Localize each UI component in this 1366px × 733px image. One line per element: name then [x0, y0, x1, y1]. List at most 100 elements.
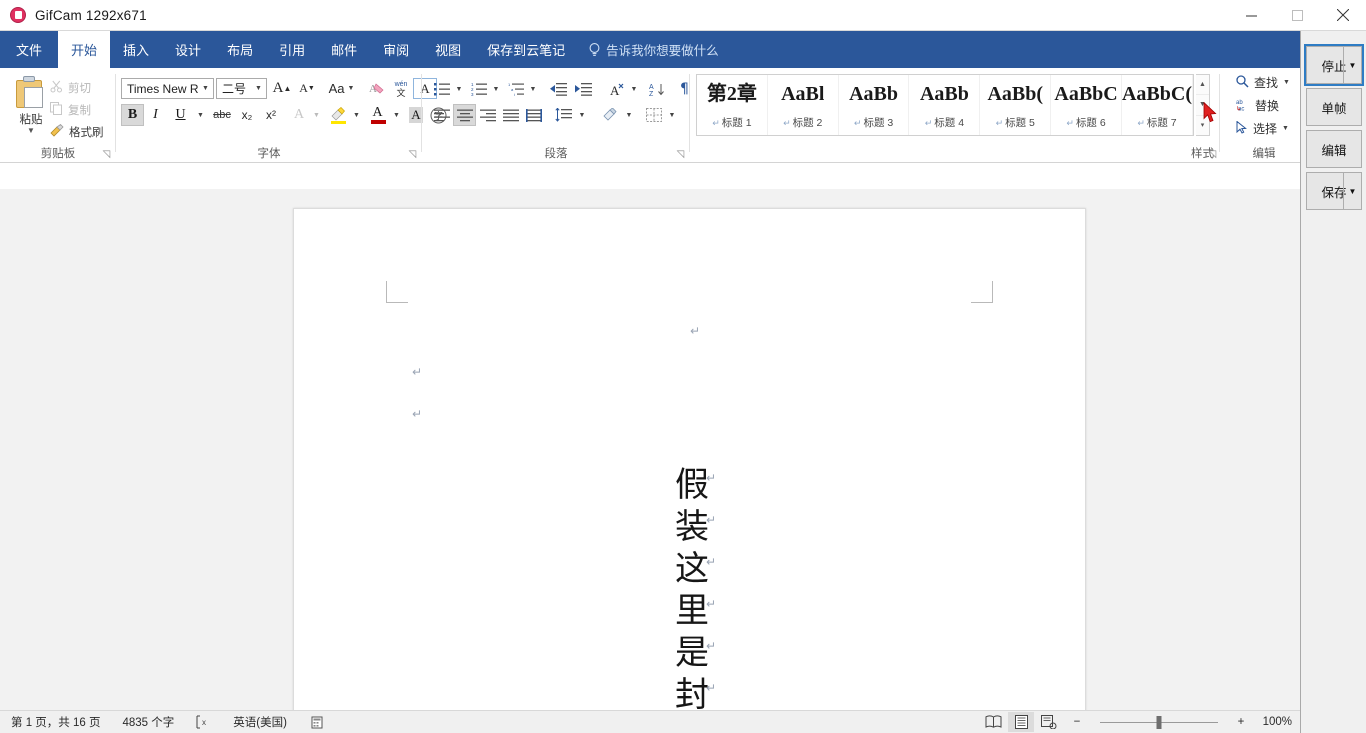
- bullet-list-button[interactable]: [430, 78, 453, 100]
- gifcam-stop-button[interactable]: 停止 ▼: [1304, 44, 1364, 86]
- paste-button[interactable]: 粘贴 ▼: [6, 74, 56, 136]
- underline-dropdown[interactable]: ▼: [194, 104, 207, 126]
- tab-file[interactable]: 文件: [0, 31, 58, 68]
- tab-layout[interactable]: 布局: [214, 31, 266, 68]
- clipboard-dialog-launcher[interactable]: ◹: [101, 149, 112, 160]
- zoom-level-label[interactable]: 100%: [1256, 716, 1292, 728]
- font-color-dropdown[interactable]: ▼: [390, 104, 403, 126]
- tab-design[interactable]: 设计: [162, 31, 214, 68]
- justify-button[interactable]: [499, 104, 522, 126]
- more-styles-icon[interactable]: ▾: [1196, 116, 1209, 135]
- font-dialog-launcher[interactable]: ◹: [407, 149, 418, 160]
- underline-button[interactable]: U: [167, 104, 194, 126]
- cut-button[interactable]: 剪切: [50, 80, 91, 96]
- grow-font-button[interactable]: A ▲: [271, 78, 293, 99]
- style-item-heading7[interactable]: AaBbC( ↵ 标题 7: [1122, 75, 1193, 135]
- clear-formatting-button[interactable]: A: [365, 78, 389, 99]
- highlight-color-button[interactable]: [326, 104, 350, 126]
- sort-button[interactable]: A Z: [645, 78, 670, 100]
- close-icon[interactable]: [1320, 0, 1366, 31]
- chevron-down-icon[interactable]: ▼: [1196, 95, 1209, 116]
- zoom-thumb[interactable]: [1156, 716, 1162, 729]
- numbered-list-dropdown[interactable]: ▼: [490, 78, 502, 100]
- bold-button[interactable]: B: [121, 104, 144, 126]
- chevron-down-icon[interactable]: ▼: [1343, 47, 1361, 83]
- tab-references[interactable]: 引用: [266, 31, 318, 68]
- tab-save-to-cloud-note[interactable]: 保存到云笔记: [474, 31, 578, 68]
- format-painter-button[interactable]: 格式刷: [50, 123, 104, 140]
- spellcheck-icon[interactable]: x: [185, 715, 222, 729]
- strikethrough-button[interactable]: abc: [209, 104, 235, 126]
- shading-dropdown[interactable]: ▼: [623, 104, 635, 126]
- zoom-in-button[interactable]: +: [1228, 712, 1254, 732]
- gifcam-edit-button[interactable]: 编辑: [1306, 130, 1362, 168]
- page-number-status[interactable]: 第 1 页，共 16 页: [0, 714, 111, 730]
- font-name-combo[interactable]: Times New R ▼: [121, 78, 214, 99]
- italic-button[interactable]: I: [144, 104, 167, 126]
- text-effects-dropdown[interactable]: ▼: [310, 104, 323, 126]
- asian-layout-dropdown[interactable]: ▼: [628, 78, 640, 100]
- styles-gallery-scroll[interactable]: ▲ ▼ ▾: [1196, 74, 1210, 136]
- styles-gallery[interactable]: 第2章 ↵ 标题 1 AaBl ↵ 标题 2 AaBb ↵ 标题 3 AaBb ↵ 标题…: [696, 74, 1194, 136]
- font-size-combo[interactable]: 二号 ▼: [216, 78, 267, 99]
- select-button[interactable]: 选择 ▼: [1236, 119, 1289, 137]
- document-page[interactable]: ↵ ↵ ↵ 假 ↵ 装 ↵ 这 ↵ 里 ↵ 是 ↵ 封 ↵: [293, 208, 1086, 710]
- tab-insert[interactable]: 插入: [110, 31, 162, 68]
- style-item-heading5[interactable]: AaBb( ↵ 标题 5: [980, 75, 1052, 135]
- styles-dialog-launcher[interactable]: ◹: [1207, 149, 1218, 160]
- increase-indent-button[interactable]: [571, 78, 596, 100]
- macro-record-icon[interactable]: [298, 716, 334, 729]
- language-status[interactable]: 英语(美国): [222, 714, 298, 730]
- change-case-button[interactable]: Aa ▼: [324, 78, 359, 99]
- style-item-heading1[interactable]: 第2章 ↵ 标题 1: [697, 75, 768, 135]
- replace-button[interactable]: ab ac ↳ 替换: [1236, 97, 1279, 114]
- phonetic-guide-button[interactable]: wén 文: [389, 78, 413, 99]
- find-button[interactable]: 查找 ▼: [1236, 74, 1290, 91]
- decrease-indent-button[interactable]: [546, 78, 571, 100]
- maximize-icon[interactable]: [1274, 0, 1320, 31]
- text-effects-button[interactable]: A: [288, 104, 310, 126]
- style-item-heading4[interactable]: AaBb ↵ 标题 4: [909, 75, 981, 135]
- zoom-out-button[interactable]: −: [1064, 712, 1090, 732]
- multilevel-list-dropdown[interactable]: ▼: [527, 78, 539, 100]
- shrink-font-button[interactable]: A ▼: [296, 78, 318, 99]
- copy-button[interactable]: 复制: [50, 102, 91, 118]
- style-item-heading3[interactable]: AaBb ↵ 标题 3: [839, 75, 910, 135]
- tab-review[interactable]: 审阅: [370, 31, 422, 68]
- align-center-button[interactable]: [453, 104, 476, 126]
- chevron-down-icon[interactable]: ▼: [198, 85, 213, 92]
- chevron-up-icon[interactable]: ▲: [1196, 75, 1209, 96]
- view-read-mode-button[interactable]: [980, 712, 1006, 732]
- tab-view[interactable]: 视图: [422, 31, 474, 68]
- gifcam-save-button[interactable]: 保存 ▼: [1306, 172, 1362, 210]
- chevron-down-icon[interactable]: ▼: [251, 85, 266, 92]
- align-left-button[interactable]: [430, 104, 453, 126]
- minimize-icon[interactable]: [1228, 0, 1274, 31]
- multilevel-list-button[interactable]: 1 a i: [504, 78, 527, 100]
- numbered-list-button[interactable]: 1 2 3: [467, 78, 490, 100]
- view-web-layout-button[interactable]: [1036, 712, 1062, 732]
- chevron-down-icon[interactable]: ▼: [1343, 173, 1361, 209]
- view-print-layout-button[interactable]: [1008, 712, 1034, 732]
- bullet-list-dropdown[interactable]: ▼: [453, 78, 465, 100]
- chevron-down-icon[interactable]: ▼: [1282, 125, 1289, 132]
- font-color-button[interactable]: A: [366, 104, 390, 126]
- distribute-button[interactable]: [522, 104, 545, 126]
- word-count-status[interactable]: 4835 个字: [111, 714, 185, 730]
- paragraph-dialog-launcher[interactable]: ◹: [675, 149, 686, 160]
- shading-button[interactable]: [598, 104, 623, 126]
- chevron-down-icon[interactable]: ▼: [27, 127, 35, 135]
- tab-mailings[interactable]: 邮件: [318, 31, 370, 68]
- tab-home[interactable]: 开始: [58, 31, 111, 68]
- borders-button[interactable]: [641, 104, 666, 126]
- zoom-slider[interactable]: [1100, 714, 1218, 730]
- line-spacing-dropdown[interactable]: ▼: [576, 104, 588, 126]
- highlight-dropdown[interactable]: ▼: [350, 104, 363, 126]
- tell-me-search[interactable]: 告诉我你想要做什么: [578, 31, 719, 68]
- superscript-button[interactable]: x²: [259, 104, 283, 126]
- style-item-heading2[interactable]: AaBl ↵ 标题 2: [768, 75, 839, 135]
- style-item-heading6[interactable]: AaBbC ↵ 标题 6: [1051, 75, 1122, 135]
- gifcam-single-frame-button[interactable]: 单帧: [1306, 88, 1362, 126]
- borders-dropdown[interactable]: ▼: [666, 104, 678, 126]
- asian-layout-button[interactable]: A: [605, 78, 628, 100]
